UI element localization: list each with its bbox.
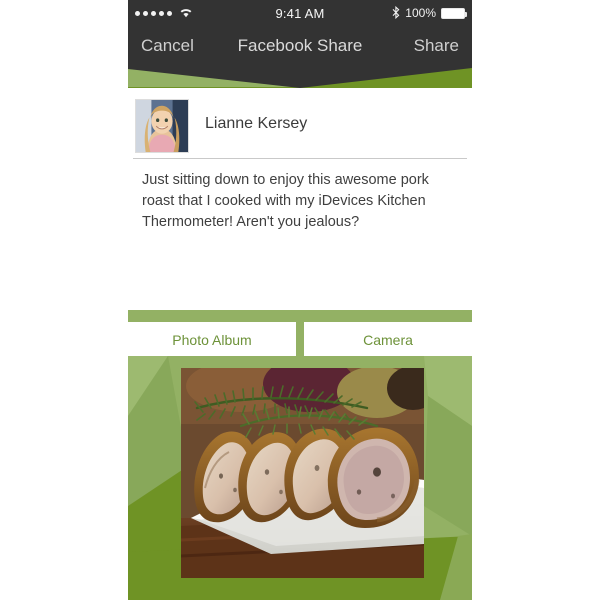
tab-strip: Photo Album Camera <box>128 310 472 358</box>
phone-screen: 9:41 AM 100% Facebook Share Cancel Share <box>128 0 472 600</box>
bluetooth-icon <box>392 5 400 21</box>
avatar[interactable] <box>135 99 189 153</box>
tab-camera[interactable]: Camera <box>304 322 472 358</box>
battery-percent-label: 100% <box>405 6 436 20</box>
header-accent-band <box>128 66 472 90</box>
status-bar: 9:41 AM 100% <box>128 0 472 26</box>
author-name: Lianne Kersey <box>205 115 308 132</box>
share-button[interactable]: Share <box>414 26 459 66</box>
author-row: Lianne Kersey <box>128 90 472 158</box>
photo-panel <box>128 356 472 600</box>
navigation-bar: Facebook Share Cancel Share <box>128 26 472 66</box>
status-bar-right: 100% <box>392 0 467 26</box>
divider <box>133 158 467 159</box>
selected-photo[interactable] <box>181 368 424 578</box>
post-message-text[interactable]: Just sitting down to enjoy this awesome … <box>142 170 454 233</box>
tab-divider <box>296 322 304 358</box>
cancel-button[interactable]: Cancel <box>141 26 194 66</box>
battery-full-icon <box>441 7 467 19</box>
tab-photo-album[interactable]: Photo Album <box>128 322 296 358</box>
